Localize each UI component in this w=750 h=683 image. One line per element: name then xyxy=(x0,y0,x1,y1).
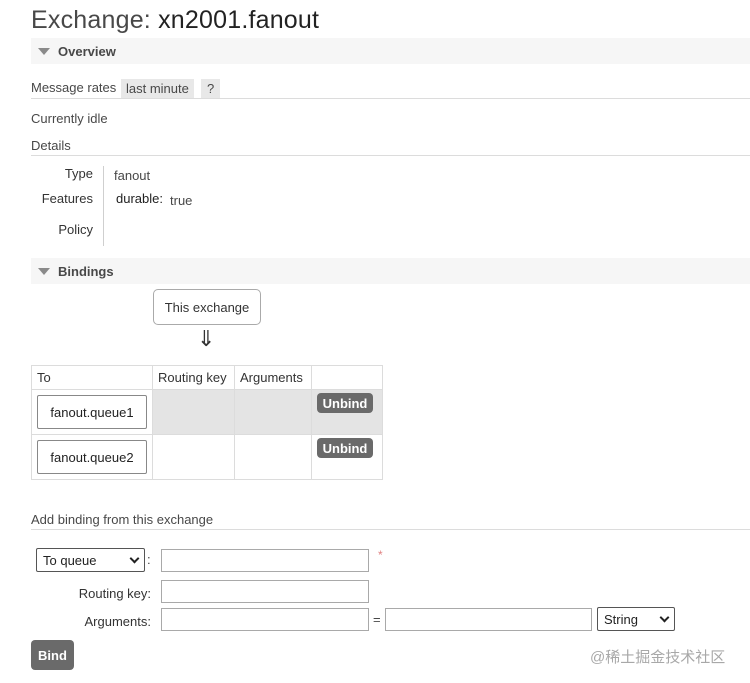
routing-key-cell xyxy=(152,389,235,435)
down-arrow-icon: ⇓ xyxy=(197,326,216,351)
destination-name-input[interactable] xyxy=(161,549,369,572)
chevron-down-icon xyxy=(129,553,140,563)
type-value: fanout xyxy=(114,168,151,183)
bindings-section-toggle[interactable]: Bindings xyxy=(31,258,750,284)
overview-section-toggle[interactable]: Overview xyxy=(31,38,750,64)
divider xyxy=(31,155,750,156)
chevron-down-icon xyxy=(659,612,670,622)
rate-range-selector[interactable]: last minute xyxy=(121,79,194,98)
arguments-cell xyxy=(234,389,312,435)
routing-key-cell xyxy=(152,434,235,480)
help-button[interactable]: ? xyxy=(201,79,221,98)
arguments-label: Arguments: xyxy=(84,614,151,629)
page-title-prefix: Exchange: xyxy=(31,6,159,34)
table-header-row: To Routing key Arguments xyxy=(31,365,383,390)
policy-label: Policy xyxy=(58,222,93,237)
argument-type-select[interactable]: String xyxy=(597,607,675,631)
idle-status: Currently idle xyxy=(31,111,108,126)
destination-type-select[interactable]: To queue xyxy=(36,548,145,572)
source-exchange-box: This exchange xyxy=(153,289,261,325)
routing-key-label: Routing key: xyxy=(78,586,151,601)
table-row: fanout.queue2 Unbind xyxy=(31,434,383,480)
required-marker: * xyxy=(378,548,383,562)
unbind-button[interactable]: Unbind xyxy=(317,393,373,413)
argument-value-input[interactable] xyxy=(385,608,592,631)
routing-key-input[interactable] xyxy=(161,580,369,603)
column-header-actions xyxy=(311,365,383,390)
colon-label: : xyxy=(147,552,151,567)
column-header-arguments: Arguments xyxy=(234,365,312,390)
bind-button[interactable]: Bind xyxy=(31,640,74,670)
overview-section-label: Overview xyxy=(58,43,116,59)
type-label: Type xyxy=(64,166,93,181)
table-row: fanout.queue1 Unbind xyxy=(31,389,383,435)
equals-sign: = xyxy=(373,612,381,627)
exchange-name: xn2001.fanout xyxy=(158,6,320,34)
divider xyxy=(31,529,750,530)
bindings-section-label: Bindings xyxy=(58,263,114,279)
argument-key-input[interactable] xyxy=(161,608,369,631)
collapse-triangle-icon xyxy=(38,47,50,55)
message-rates-label: Message rates xyxy=(31,80,117,95)
destination-type-value: To queue xyxy=(43,552,97,568)
arguments-cell xyxy=(234,434,312,480)
bindings-table: To Routing key Arguments fanout.queue1 U… xyxy=(31,365,383,480)
queue-link[interactable]: fanout.queue2 xyxy=(37,440,147,474)
feature-key: durable: xyxy=(116,191,163,206)
details-label: Details xyxy=(31,138,71,153)
features-label: Features xyxy=(41,191,93,206)
page-title: Exchange: xn2001.fanout xyxy=(31,6,319,35)
argument-type-value: String xyxy=(604,611,638,627)
column-header-routing-key: Routing key xyxy=(152,365,235,390)
add-binding-heading: Add binding from this exchange xyxy=(31,512,214,527)
feature-value: true xyxy=(170,193,193,208)
column-header-to: To xyxy=(31,365,153,390)
unbind-button[interactable]: Unbind xyxy=(317,438,373,458)
details-separator xyxy=(103,166,104,246)
watermark: @稀土掘金技术社区 xyxy=(590,649,726,666)
divider xyxy=(31,98,750,99)
queue-link[interactable]: fanout.queue1 xyxy=(37,395,147,429)
collapse-triangle-icon xyxy=(38,267,50,275)
